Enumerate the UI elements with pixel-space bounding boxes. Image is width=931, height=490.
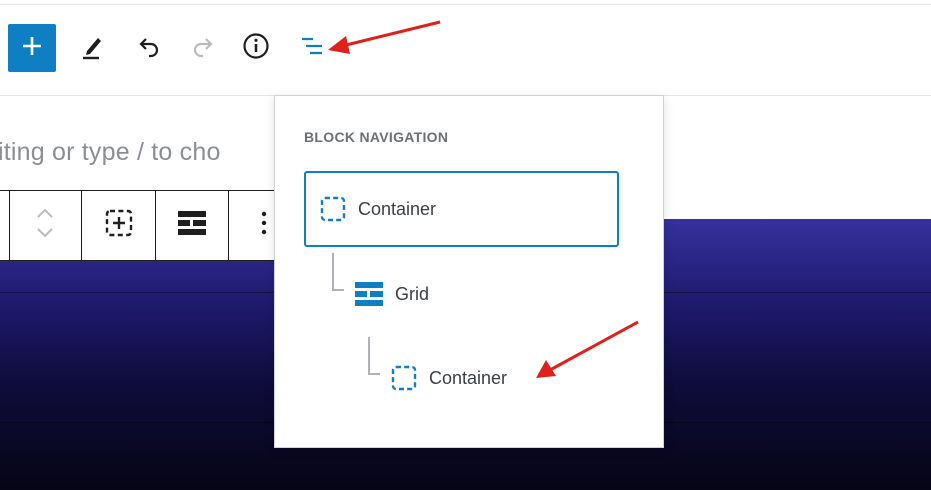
- content-structure-button[interactable]: [236, 28, 276, 68]
- editor-header: [0, 0, 931, 96]
- block-toolbar: [0, 190, 300, 261]
- grid-block-button[interactable]: [156, 191, 230, 260]
- block-navigation-button[interactable]: [292, 28, 332, 68]
- tree-connector: [368, 337, 380, 375]
- nav-item-container[interactable]: Container: [304, 171, 619, 247]
- list-view-icon: [297, 31, 327, 66]
- nav-item-container-child[interactable]: Container: [391, 360, 507, 396]
- redo-button[interactable]: [184, 28, 224, 68]
- popover-title: BLOCK NAVIGATION: [304, 129, 449, 145]
- container-icon: [104, 208, 134, 243]
- grid-icon: [178, 211, 207, 240]
- undo-button[interactable]: [128, 28, 168, 68]
- container-icon: [391, 365, 417, 391]
- nav-item-label: Container: [429, 367, 508, 388]
- container-icon: [320, 196, 346, 222]
- redo-icon: [190, 32, 218, 65]
- add-block-button[interactable]: [8, 24, 56, 72]
- more-vertical-icon: [260, 210, 268, 241]
- header-divider: [0, 4, 931, 5]
- pencil-icon: [78, 32, 106, 65]
- block-navigation-popover: BLOCK NAVIGATION Container Grid Containe…: [274, 95, 664, 448]
- info-icon: [241, 31, 271, 66]
- nav-item-label: Grid: [395, 283, 430, 304]
- tree-connector: [332, 253, 344, 291]
- grid-icon: [355, 282, 383, 306]
- nav-item-label: Container: [358, 198, 437, 219]
- chevron-up-down-icon: [33, 205, 57, 246]
- tools-button[interactable]: [72, 28, 112, 68]
- plus-icon: [21, 35, 43, 62]
- move-block-button[interactable]: [10, 191, 82, 260]
- nav-item-grid[interactable]: Grid: [355, 276, 429, 312]
- container-block-button[interactable]: [82, 191, 157, 260]
- undo-icon: [134, 32, 162, 65]
- toolbar-edge: [0, 191, 10, 260]
- paragraph-placeholder[interactable]: iting or type / to cho: [0, 138, 221, 167]
